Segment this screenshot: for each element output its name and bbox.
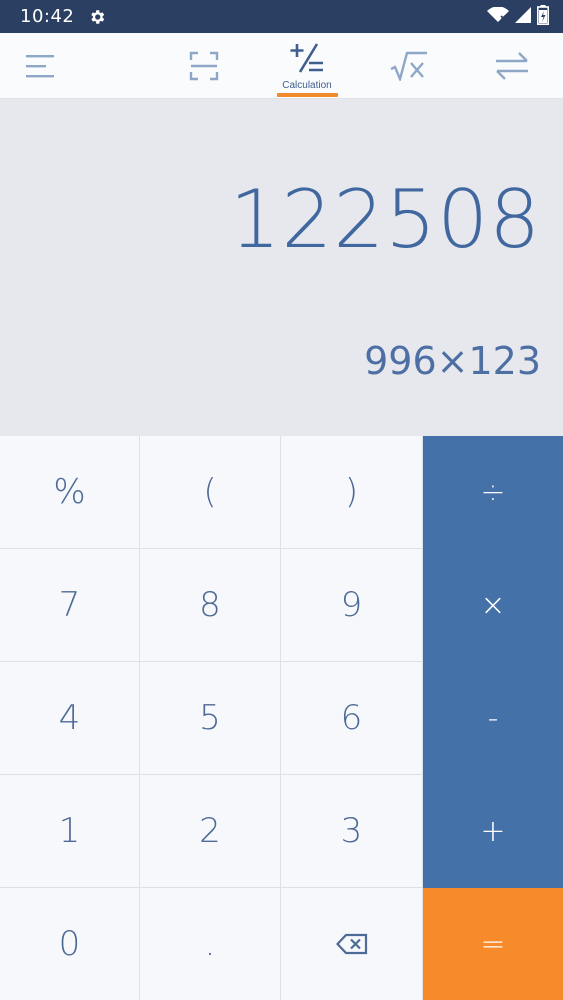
open-paren-button[interactable]: ( xyxy=(140,436,281,549)
sqrt-x-icon[interactable] xyxy=(385,33,433,99)
tab-calculation[interactable]: Calculation xyxy=(272,33,342,99)
calculation-icon xyxy=(290,42,324,78)
status-time: 10:42 xyxy=(20,6,75,27)
digit-0-button[interactable]: 0 xyxy=(0,888,140,1000)
tab-calculation-label: Calculation xyxy=(282,79,332,91)
active-tab-indicator xyxy=(277,93,338,97)
digit-5-button[interactable]: 5 xyxy=(140,662,281,775)
minus-button[interactable]: - xyxy=(423,662,563,775)
calculator-display: 122508 996×123 xyxy=(0,99,563,436)
plus-button[interactable]: + xyxy=(423,775,563,888)
digit-6-button[interactable]: 6 xyxy=(281,662,423,775)
digit-3-button[interactable]: 3 xyxy=(281,775,423,888)
percent-button[interactable]: % xyxy=(0,436,140,549)
keypad: % ( ) ÷ 7 8 9 × 4 5 6 - 1 2 3 + 0 . = xyxy=(0,436,563,1000)
expression-value: 996×123 xyxy=(364,339,541,383)
digit-1-button[interactable]: 1 xyxy=(0,775,140,888)
multiply-button[interactable]: × xyxy=(423,549,563,662)
decimal-button[interactable]: . xyxy=(140,888,281,1000)
wifi-icon xyxy=(487,5,509,27)
close-paren-button[interactable]: ) xyxy=(281,436,423,549)
digit-8-button[interactable]: 8 xyxy=(140,549,281,662)
backspace-button[interactable] xyxy=(281,888,423,1000)
digit-7-button[interactable]: 7 xyxy=(0,549,140,662)
convert-icon[interactable] xyxy=(488,33,536,99)
signal-icon xyxy=(515,6,531,27)
digit-2-button[interactable]: 2 xyxy=(140,775,281,888)
equals-button[interactable]: = xyxy=(423,888,563,1000)
menu-icon[interactable] xyxy=(18,33,62,99)
result-value: 122508 xyxy=(229,173,541,266)
divide-button[interactable]: ÷ xyxy=(423,436,563,549)
status-bar: 10:42 xyxy=(0,0,563,33)
gear-icon xyxy=(88,7,108,27)
mode-toolbar: Calculation xyxy=(0,33,563,99)
digit-4-button[interactable]: 4 xyxy=(0,662,140,775)
backspace-icon xyxy=(335,924,368,964)
scan-icon[interactable] xyxy=(180,33,228,99)
battery-icon xyxy=(537,4,549,29)
digit-9-button[interactable]: 9 xyxy=(281,549,423,662)
